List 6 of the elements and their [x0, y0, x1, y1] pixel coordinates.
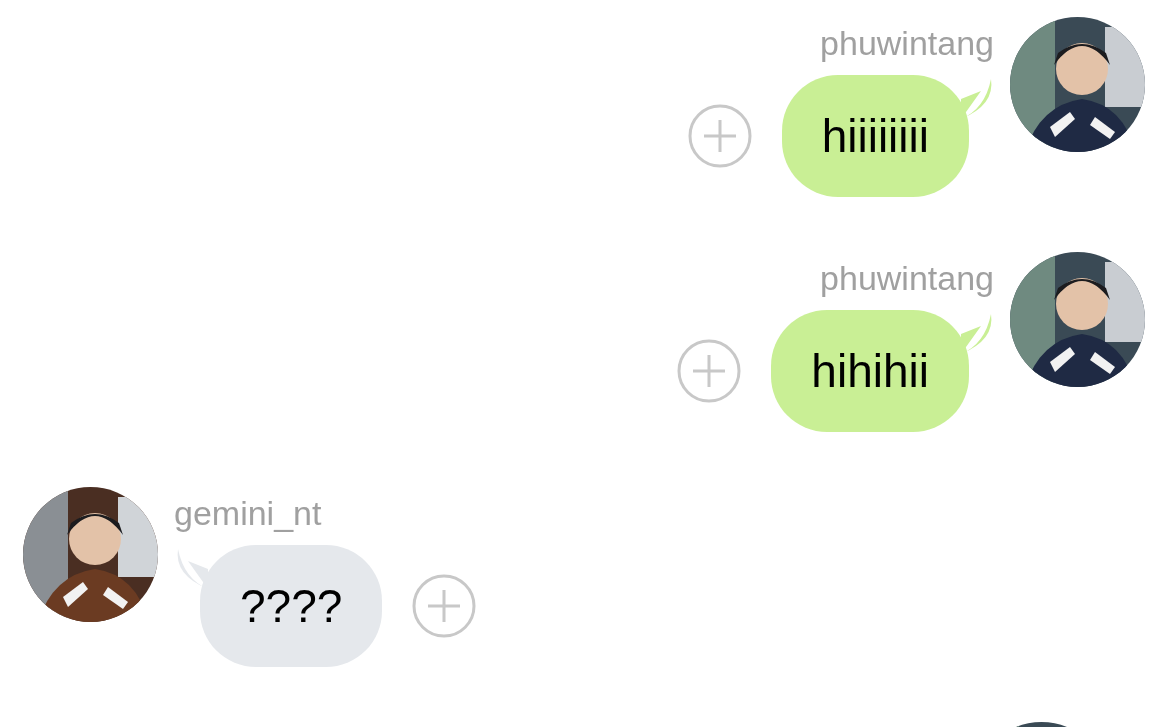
sender-name: phuwintang: [820, 258, 994, 298]
add-icon[interactable]: [412, 574, 477, 638]
sender-name: gemini_nt: [174, 493, 322, 533]
sender-name: phuwintang: [820, 23, 994, 63]
add-icon[interactable]: [677, 339, 742, 403]
add-icon[interactable]: [687, 104, 752, 168]
